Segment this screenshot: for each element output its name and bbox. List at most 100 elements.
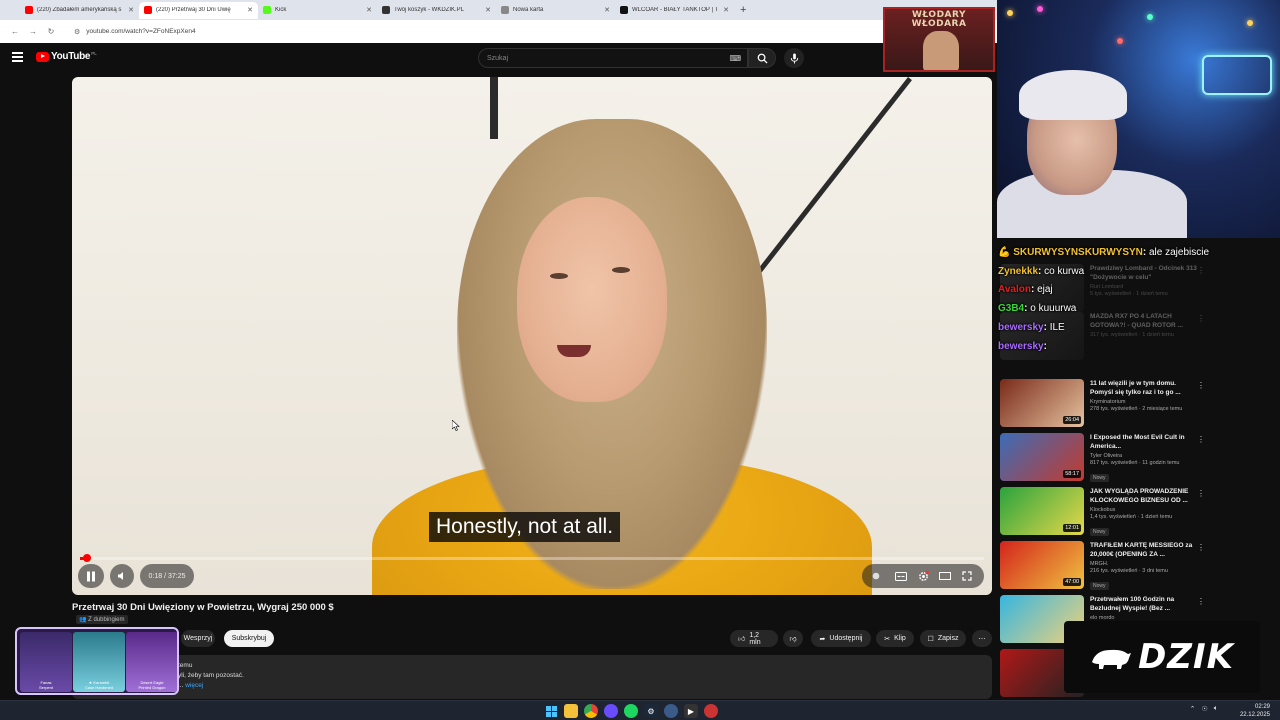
recommended-channel[interactable]: Kryminatorium: [1090, 399, 1200, 405]
subscribe-button[interactable]: Subskrybuj: [224, 630, 274, 647]
recommended-title[interactable]: I Exposed the Most Evil Cult in America.…: [1090, 434, 1200, 451]
app-icon[interactable]: [704, 704, 718, 718]
forward-icon[interactable]: →: [24, 27, 42, 36]
chat-message: bewersky: ILE: [998, 319, 1278, 338]
spotify-icon[interactable]: [624, 704, 638, 718]
browser-tab[interactable]: Kick ✕: [258, 2, 377, 19]
duration-badge: 12:01: [1063, 524, 1081, 532]
description-more-link[interactable]: więcej: [185, 682, 203, 689]
dislike-button[interactable]: 👎︎: [783, 630, 803, 647]
more-options-icon[interactable]: ⋮: [1197, 597, 1205, 606]
more-options-icon[interactable]: ⋮: [1197, 543, 1205, 552]
search-button[interactable]: [748, 48, 776, 68]
file-explorer-icon[interactable]: [564, 704, 578, 718]
autoplay-toggle[interactable]: [872, 569, 886, 583]
tab-close-icon[interactable]: ✕: [723, 6, 729, 14]
reload-icon[interactable]: ↻: [42, 27, 60, 36]
recommended-title[interactable]: Przetrwałem 100 Godzin na Bezludnej Wysp…: [1090, 596, 1200, 613]
tab-close-icon[interactable]: ✕: [128, 6, 134, 14]
recommended-title[interactable]: 11 lat więzili je w tym domu. Pomyśl się…: [1090, 380, 1200, 397]
more-actions-button[interactable]: ⋯: [972, 630, 992, 647]
mouse-cursor-icon: [452, 420, 460, 431]
recommended-video[interactable]: 47:00 TRAFIŁEM KARTĘ MESSIEGO za 20,000€ …: [1000, 541, 1280, 593]
youtube-logo[interactable]: YouTube PL: [36, 51, 97, 62]
video-thumbnail[interactable]: 47:00: [1000, 541, 1084, 589]
browser-tab[interactable]: (220) Przetrwaj 30 Dni Uwię ✕: [139, 1, 258, 19]
mute-button[interactable]: [110, 564, 134, 588]
share-icon: ➦: [819, 635, 826, 643]
support-button[interactable]: Wesprzyj: [181, 630, 215, 647]
volume-tray-icon[interactable]: 🔈︎: [1214, 705, 1218, 713]
voice-search-button[interactable]: [784, 48, 804, 68]
new-badge: Nowy: [1090, 528, 1109, 536]
play-pause-button[interactable]: [78, 564, 104, 588]
badge-bottom-text: WŁODARA: [911, 19, 967, 29]
video-thumbnail[interactable]: 26:04: [1000, 379, 1084, 427]
screen: (220) Zbadałem amerykańską s ✕ (220) Przet…: [0, 0, 1280, 720]
browser-tab[interactable]: Nowa karta ✕: [496, 2, 615, 19]
fullscreen-icon[interactable]: [960, 569, 974, 583]
tab-favicon-icon: [263, 6, 271, 14]
recommended-title[interactable]: JAK WYGLĄDA PROWADZENIE KLOCKOWEGO BIZNE…: [1090, 488, 1200, 505]
search-input[interactable]: Szukaj ⌨: [478, 48, 748, 68]
taskbar-apps: ⚙ ▶: [544, 704, 718, 718]
progress-bar[interactable]: [80, 554, 984, 562]
recommended-channel[interactable]: Klockobus: [1090, 507, 1200, 513]
recommended-channel[interactable]: Tyler Oliveira: [1090, 453, 1200, 459]
tab-close-icon[interactable]: ✕: [604, 6, 610, 14]
video-thumbnail[interactable]: 12:01: [1000, 487, 1084, 535]
more-options-icon[interactable]: ⋮: [1197, 381, 1205, 390]
streamer-headset: [1019, 70, 1127, 120]
new-tab-button[interactable]: +: [734, 4, 752, 16]
weapon-skin: Serpent: [38, 684, 53, 690]
browser-tab[interactable]: (220) Zbadałem amerykańską s ✕: [20, 2, 139, 19]
browser-icon[interactable]: [664, 704, 678, 718]
theater-mode-icon[interactable]: [938, 569, 952, 583]
windows-start-icon[interactable]: [544, 704, 558, 718]
more-options-icon[interactable]: ⋮: [1197, 489, 1205, 498]
time-display: 0:18 / 37:25: [140, 564, 194, 588]
clip-button[interactable]: ✂ Klip: [876, 630, 914, 647]
subscribe-label: Subskrybuj: [231, 635, 267, 642]
app-icon[interactable]: ▶: [684, 704, 698, 718]
tray-chevron-icon[interactable]: ⌃: [1190, 705, 1196, 713]
site-info-icon[interactable]: ⚙: [74, 28, 80, 36]
keyboard-icon[interactable]: ⌨: [729, 54, 741, 63]
thumbs-up-icon: 👍︎: [738, 636, 746, 643]
more-options-icon[interactable]: ⋮: [1197, 435, 1205, 444]
recommended-video[interactable]: 12:01 JAK WYGLĄDA PROWADZENIE KLOCKOWEGO …: [1000, 487, 1280, 539]
browser-tab[interactable]: WLCOAR - BIAŁY TANKTOP | T ✕: [615, 2, 734, 19]
browser-tab[interactable]: Twój koszyk - WKDZIK.PL ✕: [377, 2, 496, 19]
chat-username: bewersky: [998, 321, 1044, 333]
tab-title: (220) Przetrwaj 30 Dni Uwię: [156, 7, 231, 13]
network-icon[interactable]: ☉: [1202, 705, 1208, 713]
captions-icon[interactable]: [894, 569, 908, 583]
recommended-channel[interactable]: MRGH.: [1090, 561, 1200, 567]
progress-scrubber[interactable]: [83, 554, 92, 562]
boar-icon: [1092, 649, 1132, 669]
recommended-title[interactable]: TRAFIŁEM KARTĘ MESSIEGO za 20,000€ (OPEN…: [1090, 542, 1200, 559]
back-icon[interactable]: ←: [6, 27, 24, 36]
description-box[interactable]: temu yli, żeby tam pozostać. ... więcej: [72, 655, 992, 699]
save-button[interactable]: ☐ Zapisz: [920, 630, 966, 647]
settings-icon[interactable]: [916, 569, 930, 583]
chrome-icon[interactable]: [584, 704, 598, 718]
menu-icon[interactable]: [12, 52, 23, 62]
video-player[interactable]: Honestly, not at all. 0:18 / 37:25: [72, 77, 992, 595]
clock[interactable]: 02:29 22.12.2025: [1240, 703, 1270, 719]
chat-message: Avalon: ejaj: [998, 281, 1278, 300]
tab-close-icon[interactable]: ✕: [366, 6, 372, 14]
app-icon[interactable]: [604, 704, 618, 718]
recommended-video[interactable]: 26:04 11 lat więzili je w tym domu. Pomyś…: [1000, 379, 1280, 431]
like-button[interactable]: 👍︎ 1,2 mln: [730, 630, 778, 647]
url-field[interactable]: ⚙ youtube.com/watch?v=ZFoNExpXen4: [68, 24, 868, 39]
chat-text: ale zajebiscie: [1149, 247, 1210, 258]
steam-icon[interactable]: ⚙: [644, 704, 658, 718]
video-thumbnail[interactable]: 58:17: [1000, 433, 1084, 481]
share-button[interactable]: ➦ Udostępnij: [811, 630, 871, 647]
tab-close-icon[interactable]: ✕: [247, 6, 253, 14]
recommended-video[interactable]: 58:17 I Exposed the Most Evil Cult in Ame…: [1000, 433, 1280, 485]
duration-badge: 58:17: [1063, 470, 1081, 478]
new-badge: Nowy: [1090, 474, 1109, 482]
tab-close-icon[interactable]: ✕: [485, 6, 491, 14]
